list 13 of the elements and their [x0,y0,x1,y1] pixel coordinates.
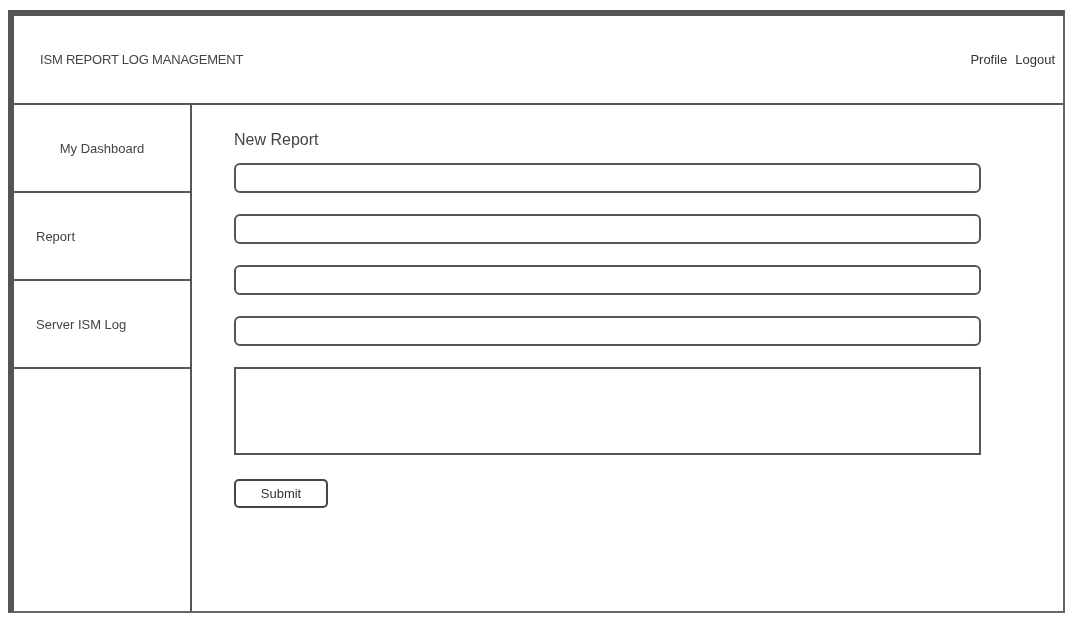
text-area[interactable] [234,367,981,455]
sidebar-item[interactable]: My Dashboard [14,105,190,193]
app-title: ISM REPORT LOG MANAGEMENT [40,52,244,67]
header-link[interactable]: Logout [1015,52,1055,67]
input-field[interactable] [234,265,981,295]
submit-button[interactable]: Submit [234,479,328,508]
input-field[interactable] [234,316,981,346]
input-field[interactable] [234,163,981,193]
header-link[interactable]: Profile [970,52,1008,67]
form-title: New Report [234,131,320,149]
sidebar-item[interactable]: Report [14,193,190,281]
input-field[interactable] [234,214,981,244]
sidebar-item[interactable]: Server ISM Log [14,281,190,369]
